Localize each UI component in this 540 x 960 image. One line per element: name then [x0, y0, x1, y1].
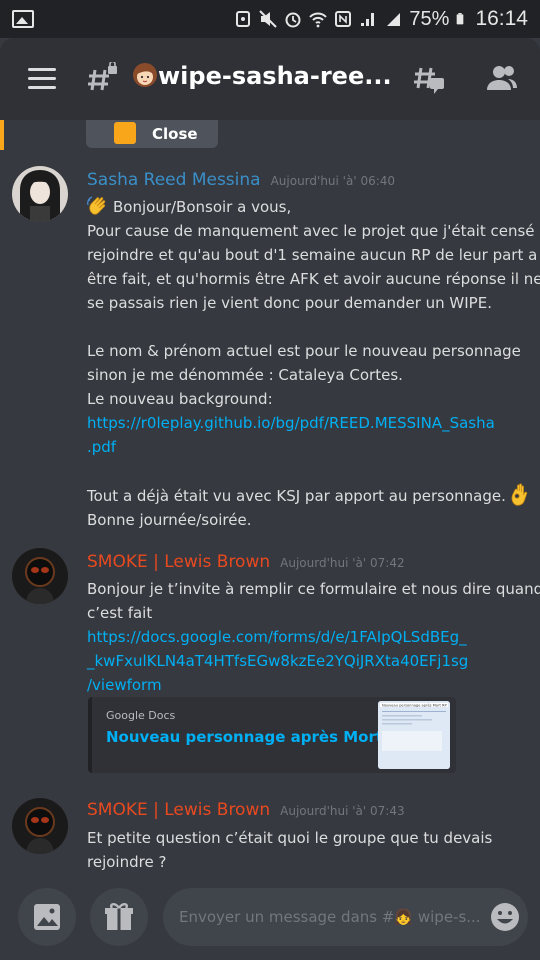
members-icon[interactable]: [486, 62, 518, 94]
form-link[interactable]: https://docs.google.com/forms/d/e/1FAIpQ…: [87, 625, 527, 649]
message-line: être fait, et qu'hormis être AFK et avoi…: [87, 270, 540, 288]
close-label: Close: [152, 125, 198, 143]
message-line: Bonjour je t’invite à remplir ce formula…: [87, 580, 540, 598]
timestamp: Aujourd'hui 'à' 07:42: [280, 556, 405, 570]
gallery-notification-icon: [12, 10, 34, 28]
background-link[interactable]: https://r0leplay.github.io/bg/pdf/REED.M…: [87, 411, 527, 435]
status-bar: 75% 16:14: [0, 0, 540, 38]
battery-icon: [457, 13, 464, 25]
message-line: Bonjour/Bonsoir a vous,: [87, 195, 527, 219]
message-content: Bonjour je t’invite à remplir ce formula…: [87, 577, 540, 697]
background-link-cont[interactable]: .pdf: [87, 435, 527, 459]
waving-hand-icon: [87, 196, 106, 215]
message-line: rejoindre et qu'au bout d'1 semaine aucu…: [87, 246, 540, 264]
message-header: Sasha Reed Messina Aujourd'hui 'à' 06:40: [87, 170, 395, 190]
message-line: Le nouveau background:: [87, 390, 273, 408]
message-line: Tout a déjà était vu avec KSJ par apport…: [87, 483, 528, 508]
message-line: se passais rien je vient donc pour deman…: [87, 294, 492, 312]
locked-channel-icon: [88, 62, 117, 91]
message-line: sinon je me dénommée : Cataleya Cortes.: [87, 366, 403, 384]
author-name[interactable]: SMOKE | Lewis Brown: [87, 800, 270, 820]
battery-percent: 75%: [409, 7, 450, 30]
author-name[interactable]: Sasha Reed Messina: [87, 170, 261, 190]
timestamp: Aujourd'hui 'à' 06:40: [270, 174, 396, 188]
message-line: rejoindre ?: [87, 853, 167, 871]
message-line: Pour cause de manquement avec le projet …: [87, 222, 535, 240]
emoji-icon[interactable]: [488, 900, 522, 934]
link-embed[interactable]: Google Docs Nouveau personnage après Mor…: [88, 697, 456, 773]
avatar[interactable]: [12, 548, 68, 604]
message-line: Le nom & prénom actuel est pour le nouve…: [87, 342, 521, 360]
gift-icon: [105, 903, 133, 930]
form-link-cont[interactable]: _kwFxulKLN4aT4HTfsEGw8kzEe2YQiJRXta40EFj…: [87, 649, 527, 673]
message-line: [87, 459, 527, 483]
wifi-icon: [309, 12, 328, 28]
alarm-icon: [285, 12, 301, 28]
channel-header: wipe-sasha-ree...: [0, 38, 540, 120]
message-header: SMOKE | Lewis Brown Aujourd'hui 'à' 07:4…: [87, 552, 405, 572]
message-line: [87, 315, 527, 339]
signal-2-icon: [387, 13, 401, 26]
message-input-placeholder: Envoyer un message dans #👧 wipe-s...: [179, 908, 481, 926]
author-name[interactable]: SMOKE | Lewis Brown: [87, 552, 270, 572]
signal-icon: [361, 13, 375, 26]
accent-stripe: [0, 120, 4, 150]
form-link-cont[interactable]: /viewform: [87, 673, 527, 697]
avatar[interactable]: [12, 166, 68, 222]
ok-hand-icon: [511, 483, 528, 506]
message-content: Bonjour/Bonsoir a vous, Pour cause de ma…: [87, 195, 540, 532]
security-icon: [236, 11, 251, 27]
menu-icon[interactable]: [28, 68, 56, 90]
girl-emoji-icon: [133, 63, 157, 87]
message-header: SMOKE | Lewis Brown Aujourd'hui 'à' 07:4…: [87, 800, 405, 820]
nfc-icon: [335, 11, 352, 27]
message-line: Et petite question c’était quoi le group…: [87, 829, 493, 847]
composer-bar: Envoyer un message dans #👧 wipe-s...: [0, 878, 540, 960]
close-button[interactable]: Close: [86, 120, 218, 148]
clock: 16:14: [475, 7, 528, 30]
channel-name: wipe-sasha-ree...: [158, 62, 392, 90]
message-content: Et petite question c’était quoi le group…: [87, 826, 527, 874]
embed-thumb-caption: Nouveau personnage après Mort RP: [382, 704, 447, 708]
embed-thumbnail[interactable]: Nouveau personnage après Mort RP: [378, 701, 450, 769]
ephemeral-bar: [0, 120, 540, 150]
timestamp: Aujourd'hui 'à' 07:43: [280, 804, 405, 818]
message-line: Bonne journée/soirée.: [87, 511, 252, 529]
embed-provider: Google Docs: [106, 709, 176, 722]
message-line: c’est fait: [87, 604, 153, 622]
message-input[interactable]: Envoyer un message dans #👧 wipe-s...: [163, 888, 528, 946]
channel-title: wipe-sasha-ree...: [132, 62, 392, 90]
attach-image-button[interactable]: [18, 888, 76, 946]
embed-title[interactable]: Nouveau personnage après Mort RP: [106, 728, 411, 746]
message-text: Tout a déjà était vu avec KSJ par apport…: [87, 487, 506, 505]
message-text: Bonjour/Bonsoir a vous,: [113, 198, 292, 216]
close-emoji-icon: [114, 122, 136, 144]
avatar[interactable]: [12, 798, 68, 854]
mute-icon: [259, 10, 278, 28]
gift-button[interactable]: [90, 888, 148, 946]
threads-icon[interactable]: [412, 62, 446, 96]
image-icon: [34, 904, 60, 930]
